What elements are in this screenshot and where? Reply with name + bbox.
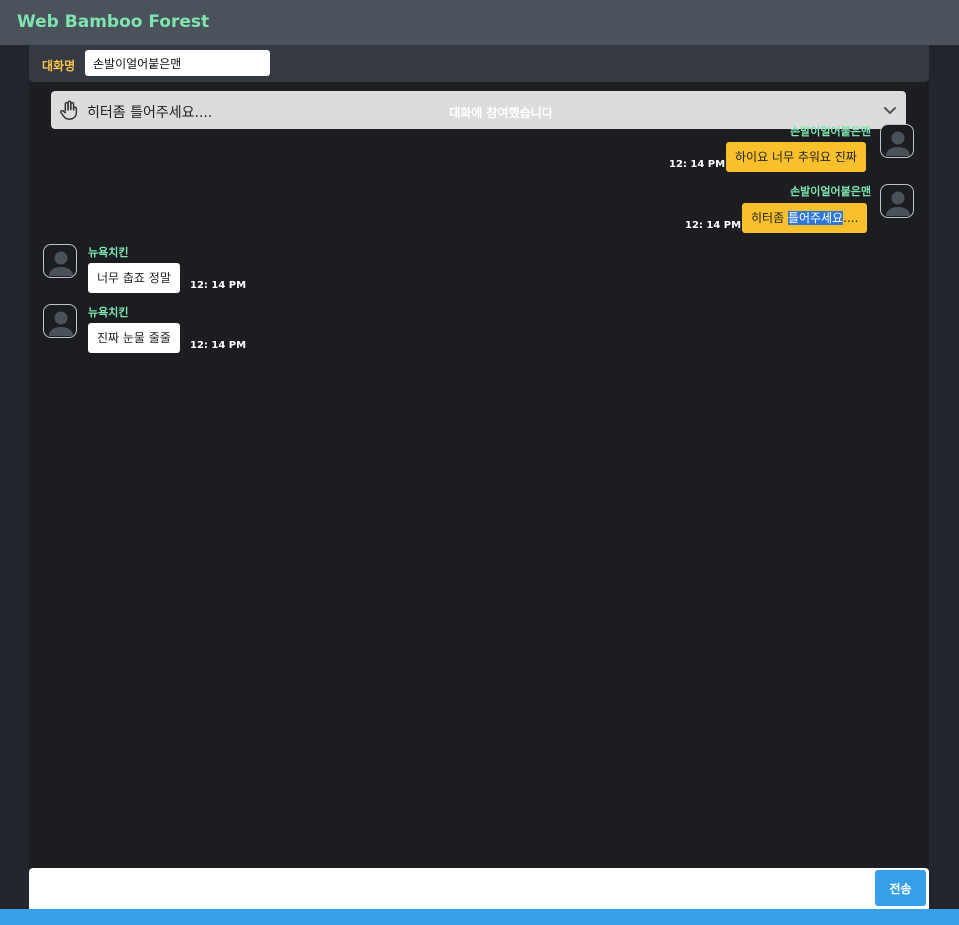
bottom-bar [0,909,959,925]
message-composer: 전송 [29,868,929,909]
message-text-start: 히터좀 [751,211,788,225]
message-sender: 손발이얼어붙은맨 [790,185,871,198]
room-name-label: 대화명 [42,59,76,73]
message-text-end: .... [843,211,859,225]
message-bubble: 하이요 너무 추워요 진짜 [726,142,866,172]
message-time: 12: 14 PM [685,220,742,231]
user-avatar-icon [886,131,910,156]
message-sender: 손발이얼어붙은맨 [790,125,871,138]
message-input[interactable] [29,868,869,909]
avatar [43,304,77,338]
room-name-bar: 대화명 [29,45,929,82]
selected-text-highlight: 틀어주세요 [787,211,844,225]
message-time: 12: 14 PM [669,159,726,170]
chat-area[interactable]: 히터좀 틀어주세요.... 대화에 참여했습니다 손발이얼어붙은맨 하이요 너무… [29,82,929,868]
message-sender: 뉴욕치킨 [88,306,129,319]
system-joined-message: 대화에 참여했습니다 [449,106,553,120]
message-sender: 뉴욕치킨 [88,246,129,259]
send-button[interactable]: 전송 [875,870,926,906]
user-avatar-icon [49,311,73,336]
avatar [43,244,77,278]
notice-banner[interactable]: 히터좀 틀어주세요.... 대화에 참여했습니다 [51,91,906,129]
brand-title[interactable]: Web Bamboo Forest [17,12,209,32]
avatar [880,184,914,218]
message-bubble: 진짜 눈물 줄줄 [88,323,180,353]
room-name-input[interactable] [85,50,270,76]
user-avatar-icon [49,251,73,276]
avatar [880,124,914,158]
top-navbar: Web Bamboo Forest [0,0,959,45]
message-bubble: 히터좀 틀어주세요.... [742,203,868,233]
message-bubble: 너무 춥죠 정말 [88,263,180,293]
message-time: 12: 14 PM [190,340,247,351]
message-time: 12: 14 PM [190,280,247,291]
user-avatar-icon [886,191,910,216]
